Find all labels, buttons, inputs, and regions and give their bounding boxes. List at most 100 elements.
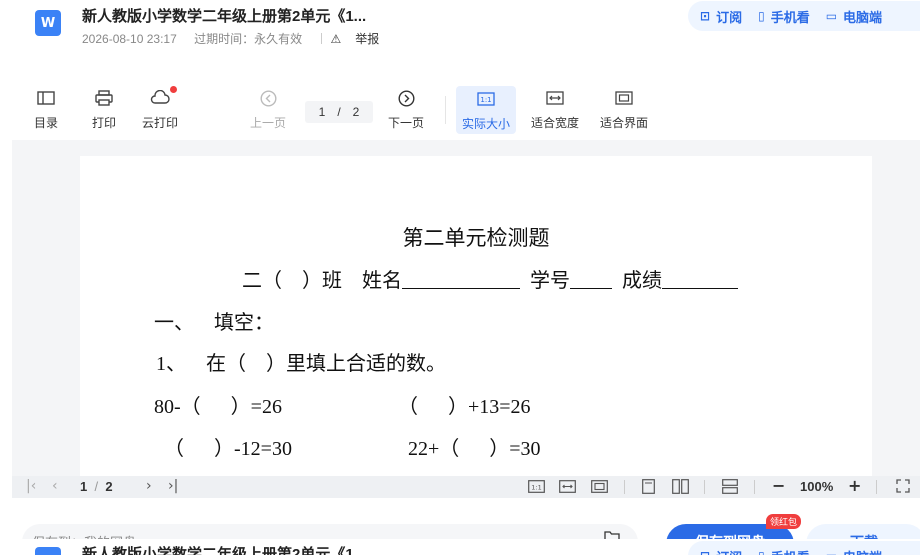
current-page-number: 1 [318,105,326,119]
word-file-icon: W [35,10,61,36]
chevron-right-circle-icon [397,88,415,108]
bottom-divider-1 [624,480,625,494]
question-1: 1、 在（ ）里填上合适的数。 [156,353,446,375]
sticky-document-title: 新人教版小学数学二年级上册第2单元《1... [82,546,367,555]
page-indicator[interactable]: 1 / 2 [305,101,373,123]
print-label: 打印 [92,116,117,130]
total-pages-number: 2 [352,105,360,119]
fullscreen-icon[interactable] [896,479,910,497]
actual-size-small-icon[interactable]: 1:1 [528,480,545,497]
fit-width-button[interactable]: 适合宽度 [531,88,579,131]
bottom-page-separator: / [94,479,99,494]
score-label: 成绩 [612,270,662,292]
actual-size-button[interactable]: 1:1 实际大小 [456,86,517,134]
cloud-print-icon [150,86,177,108]
fit-page-small-icon[interactable] [591,480,608,497]
subscribe-button[interactable]: ⊡ 订阅 [700,7,742,26]
bottom-page-indicator: 1 / 2 [80,479,113,494]
monitor-icon: ▭ [825,9,838,23]
first-page-icon[interactable]: |‹ [26,478,36,494]
prev-page-label: 上一页 [250,116,287,130]
prev-page-icon[interactable]: ‹ [52,478,58,494]
sticky-header-actions: ⊡ 订阅 ▯ 手机看 ▭ 电脑端 [688,541,920,555]
mobile-view-button[interactable]: ▯ 手机看 [758,7,810,26]
prev-page-button[interactable]: 上一页 [250,88,286,131]
equation-1: 80-（ ）=26 [154,396,282,418]
student-id-label: 学号 [520,270,570,292]
expiry-time: 过期时间：永久有效 [194,32,303,46]
sticky-mobile-view-label: 手机看 [771,547,810,555]
document-header: W 新人教版小学数学二年级上册第2单元《1... 2026-08-10 23:1… [0,0,920,60]
printer-icon [95,88,113,108]
zoom-in-icon[interactable]: + [848,476,861,495]
score-blank [662,269,738,289]
exam-title: 第二单元检测题 [402,226,550,250]
sticky-desktop-button[interactable]: ▭ 电脑端 [826,547,882,555]
next-page-button[interactable]: 下一页 [388,88,424,131]
fit-page-label: 适合界面 [600,116,649,130]
sticky-phone-icon: ▯ [758,549,765,555]
sticky-desktop-label: 电脑端 [843,547,882,555]
fit-page-icon [615,88,633,108]
viewer-toolbar: 目录 打印 云打印 上一页 1 / 2 下一页 1:1 实际大小 适合宽度 适合… [0,82,920,138]
fit-page-button[interactable]: 适合界面 [600,88,648,131]
bottom-divider-2 [704,480,705,494]
single-page-icon[interactable] [642,479,655,498]
chevron-left-circle-icon [259,88,277,108]
document-title: 新人教版小学数学二年级上册第2单元《1... [82,8,367,25]
page-separator: / [337,105,341,119]
bottom-divider-3 [754,480,755,494]
name-blank [402,269,520,289]
sticky-subscribe-label: 订阅 [716,547,742,555]
header-actions: ⊡ 订阅 ▯ 手机看 ▭ 电脑端 [688,1,920,31]
actual-size-small-icon-text: 1:1 [531,483,541,491]
subscribe-label: 订阅 [716,9,743,25]
actual-size-label: 实际大小 [462,117,511,131]
next-page-icon[interactable]: › [146,478,152,494]
fit-width-small-icon[interactable] [559,480,576,497]
document-page: 第二单元检测题 二（ ）班 姓名 学号 成绩 一、 填空： 1、 在（ ）里填上… [80,156,872,476]
report-label: 举报 [355,32,380,46]
last-page-icon[interactable]: ›| [168,478,178,494]
zoom-level: 100% [800,479,834,494]
sticky-mobile-view-button[interactable]: ▯ 手机看 [758,547,810,555]
catalog-label: 目录 [34,116,59,130]
equation-2: （ ）+13=26 [398,396,531,418]
double-page-icon[interactable] [672,479,689,498]
sticky-monitor-icon: ▭ [826,549,837,555]
report-icon: ⚠ [330,32,342,46]
student-id-blank [570,269,612,289]
notification-dot [170,86,177,93]
document-meta: 2026-08-10 23:17 过期时间：永久有效 ⚠ 举报 [82,30,407,47]
actual-size-icon-text: 1:1 [480,96,491,104]
sticky-bookmark-icon: ⊡ [700,549,710,555]
student-info-line: 二（ ）班 姓名 学号 成绩 [242,264,738,293]
report-link[interactable]: ⚠ 举报 [321,32,393,46]
fit-width-icon [546,88,564,108]
print-button[interactable]: 打印 [92,88,116,131]
fit-width-label: 适合宽度 [531,116,580,130]
continuous-scroll-icon[interactable] [722,479,738,498]
next-page-label: 下一页 [388,116,425,130]
phone-icon: ▯ [758,9,765,23]
upload-date: 2026-08-10 23:17 [82,32,177,46]
toolbar-divider [445,96,446,124]
equation-4: 22+（ ）=30 [408,438,541,460]
cloud-print-button[interactable]: 云打印 [142,86,179,131]
cloud-print-label: 云打印 [142,116,179,130]
desktop-button[interactable]: ▭ 电脑端 [826,7,882,26]
sticky-subscribe-button[interactable]: ⊡ 订阅 [700,547,742,555]
catalog-button[interactable]: 目录 [34,88,58,131]
bottom-total-pages: 2 [105,479,113,494]
section-heading: 一、 填空： [154,312,274,334]
zoom-out-icon[interactable]: − [772,476,785,495]
actual-size-icon: 1:1 [477,89,495,109]
viewer-bottom-bar: |‹ ‹ 1 / 2 › ›| 1:1 − 100% + [12,476,920,498]
red-packet-badge[interactable]: 领红包 [766,514,802,529]
sticky-header: 新人教版小学数学二年级上册第2单元《1... ⊡ 订阅 ▯ 手机看 ▭ 电脑端 [0,539,920,555]
mobile-view-label: 手机看 [770,9,810,25]
class-name-label: 二（ ）班 姓名 [242,270,402,292]
document-viewer[interactable]: 第二单元检测题 二（ ）班 姓名 学号 成绩 一、 填空： 1、 在（ ）里填上… [12,140,920,476]
bottom-current-page: 1 [80,479,88,494]
desktop-label: 电脑端 [843,9,883,25]
